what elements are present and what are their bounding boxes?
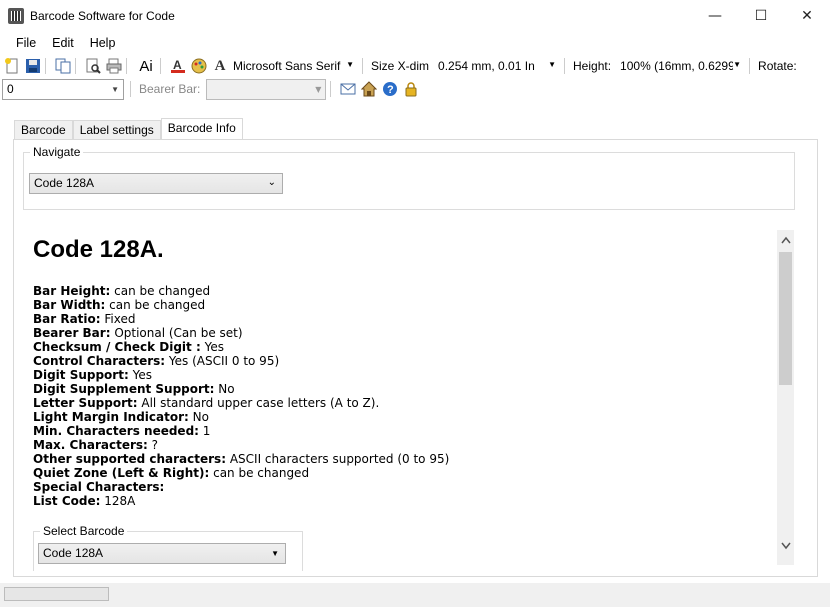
- navigate-group-title: Navigate: [30, 145, 84, 159]
- menu-file[interactable]: File: [8, 36, 44, 50]
- height-combo-value: 100% (16mm, 0.6299: [620, 59, 735, 73]
- chevron-down-icon: ▼: [548, 60, 557, 69]
- font-size-icon[interactable]: Ai: [136, 58, 156, 75]
- navigate-select[interactable]: Code 128A ⌄: [29, 173, 283, 194]
- toolbar-secondary: 0 ▼ Bearer Bar: ▼ ?: [0, 77, 830, 101]
- chevron-down-icon: ▼: [111, 84, 119, 94]
- tab-label-settings[interactable]: Label settings: [72, 120, 161, 140]
- navigate-select-value: Code 128A: [34, 176, 95, 190]
- print-icon[interactable]: [106, 58, 122, 74]
- info-heading: Code 128A.: [33, 236, 164, 263]
- font-combo[interactable]: Microsoft Sans Serif ▼: [228, 56, 358, 76]
- info-row: Min. Characters needed: 1: [33, 424, 211, 438]
- info-row: Bar Width: can be changed: [33, 298, 206, 312]
- copy-icon[interactable]: [55, 58, 71, 74]
- maximize-button[interactable]: ☐: [738, 0, 784, 31]
- tab-barcode-info[interactable]: Barcode Info: [160, 118, 243, 140]
- info-row: Other supported characters: ASCII charac…: [33, 452, 450, 466]
- svg-text:?: ?: [387, 84, 394, 96]
- info-row: Bar Height: can be changed: [33, 284, 211, 298]
- rotate-label: Rotate:: [758, 59, 797, 73]
- info-row: Bearer Bar: Optional (Can be set): [33, 326, 243, 340]
- save-icon[interactable]: [25, 58, 41, 74]
- tab-strip: Barcode Label settings Barcode Info: [14, 118, 243, 140]
- scroll-down-icon[interactable]: [777, 536, 794, 556]
- height-combo[interactable]: 100% (16mm, 0.6299 ▼: [615, 56, 746, 76]
- select-barcode-select[interactable]: Code 128A ▼: [38, 543, 286, 564]
- size-label: Size X-dim: [371, 59, 430, 73]
- bearer-bar-combo[interactable]: ▼: [206, 78, 327, 100]
- height-label: Height:: [573, 59, 612, 73]
- barcode-info: Code 128A. Bar Height: can be changed Ba…: [33, 236, 773, 508]
- font-color-icon[interactable]: A: [170, 58, 186, 74]
- select-barcode-value: Code 128A: [43, 546, 104, 560]
- info-row: Digit Support: Yes: [33, 368, 152, 382]
- lock-icon[interactable]: [403, 81, 419, 97]
- title-bar: Barcode Software for Code — ☐ ✕: [0, 0, 830, 31]
- print-preview-icon[interactable]: [85, 58, 101, 74]
- info-row: Quiet Zone (Left & Right): can be change…: [33, 466, 310, 480]
- app-icon: [8, 7, 24, 24]
- size-combo[interactable]: 0.254 mm, 0.01 In ▼: [433, 56, 561, 76]
- minimize-button[interactable]: —: [692, 0, 738, 31]
- scroll-up-icon[interactable]: [777, 230, 794, 250]
- info-scrollbar[interactable]: [777, 230, 794, 565]
- font-style-icon[interactable]: A: [212, 58, 228, 74]
- rotate-combo[interactable]: 0 ▼: [2, 78, 124, 100]
- tab-barcode[interactable]: Barcode: [14, 120, 73, 140]
- menu-bar: File Edit Help: [0, 31, 830, 55]
- info-row: Letter Support: All standard upper case …: [33, 396, 380, 410]
- toolbar-main: Ai A A Microsoft Sans Serif ▼ Size X-dim…: [0, 55, 830, 77]
- svg-text:A: A: [173, 58, 182, 72]
- chevron-down-icon: ▼: [733, 60, 742, 69]
- email-icon[interactable]: [340, 81, 356, 97]
- bearer-bar-label: Bearer Bar:: [139, 82, 201, 96]
- menu-edit[interactable]: Edit: [44, 36, 82, 50]
- info-row: Light Margin Indicator: No: [33, 410, 209, 424]
- chevron-down-icon: ⌄: [267, 177, 276, 188]
- menu-help[interactable]: Help: [82, 36, 124, 50]
- status-progress: [4, 587, 109, 601]
- info-row: Digit Supplement Support: No: [33, 382, 235, 396]
- info-row: Bar Ratio: Fixed: [33, 312, 136, 326]
- size-combo-value: 0.254 mm, 0.01 In: [438, 59, 535, 73]
- info-row: Checksum / Check Digit : Yes: [33, 340, 224, 354]
- window-title: Barcode Software for Code: [30, 8, 175, 23]
- close-button[interactable]: ✕: [784, 0, 830, 31]
- info-row: Max. Characters: ?: [33, 438, 159, 452]
- help-icon[interactable]: ?: [382, 81, 398, 97]
- chevron-down-icon: ▼: [315, 84, 322, 94]
- info-row: List Code: 128A: [33, 494, 136, 508]
- home-icon[interactable]: [361, 81, 378, 97]
- info-row: Special Characters:: [33, 480, 165, 494]
- rotate-combo-value: 0: [7, 82, 14, 96]
- scroll-thumb[interactable]: [779, 252, 792, 385]
- info-row: Control Characters: Yes (ASCII 0 to 95): [33, 354, 280, 368]
- new-icon[interactable]: [4, 58, 20, 74]
- palette-icon[interactable]: [191, 58, 207, 74]
- chevron-down-icon: ▼: [346, 60, 354, 69]
- status-bar: [0, 583, 830, 607]
- chevron-down-icon: ▼: [271, 549, 279, 558]
- select-barcode-title: Select Barcode: [40, 524, 128, 538]
- font-combo-value: Microsoft Sans Serif: [233, 59, 341, 73]
